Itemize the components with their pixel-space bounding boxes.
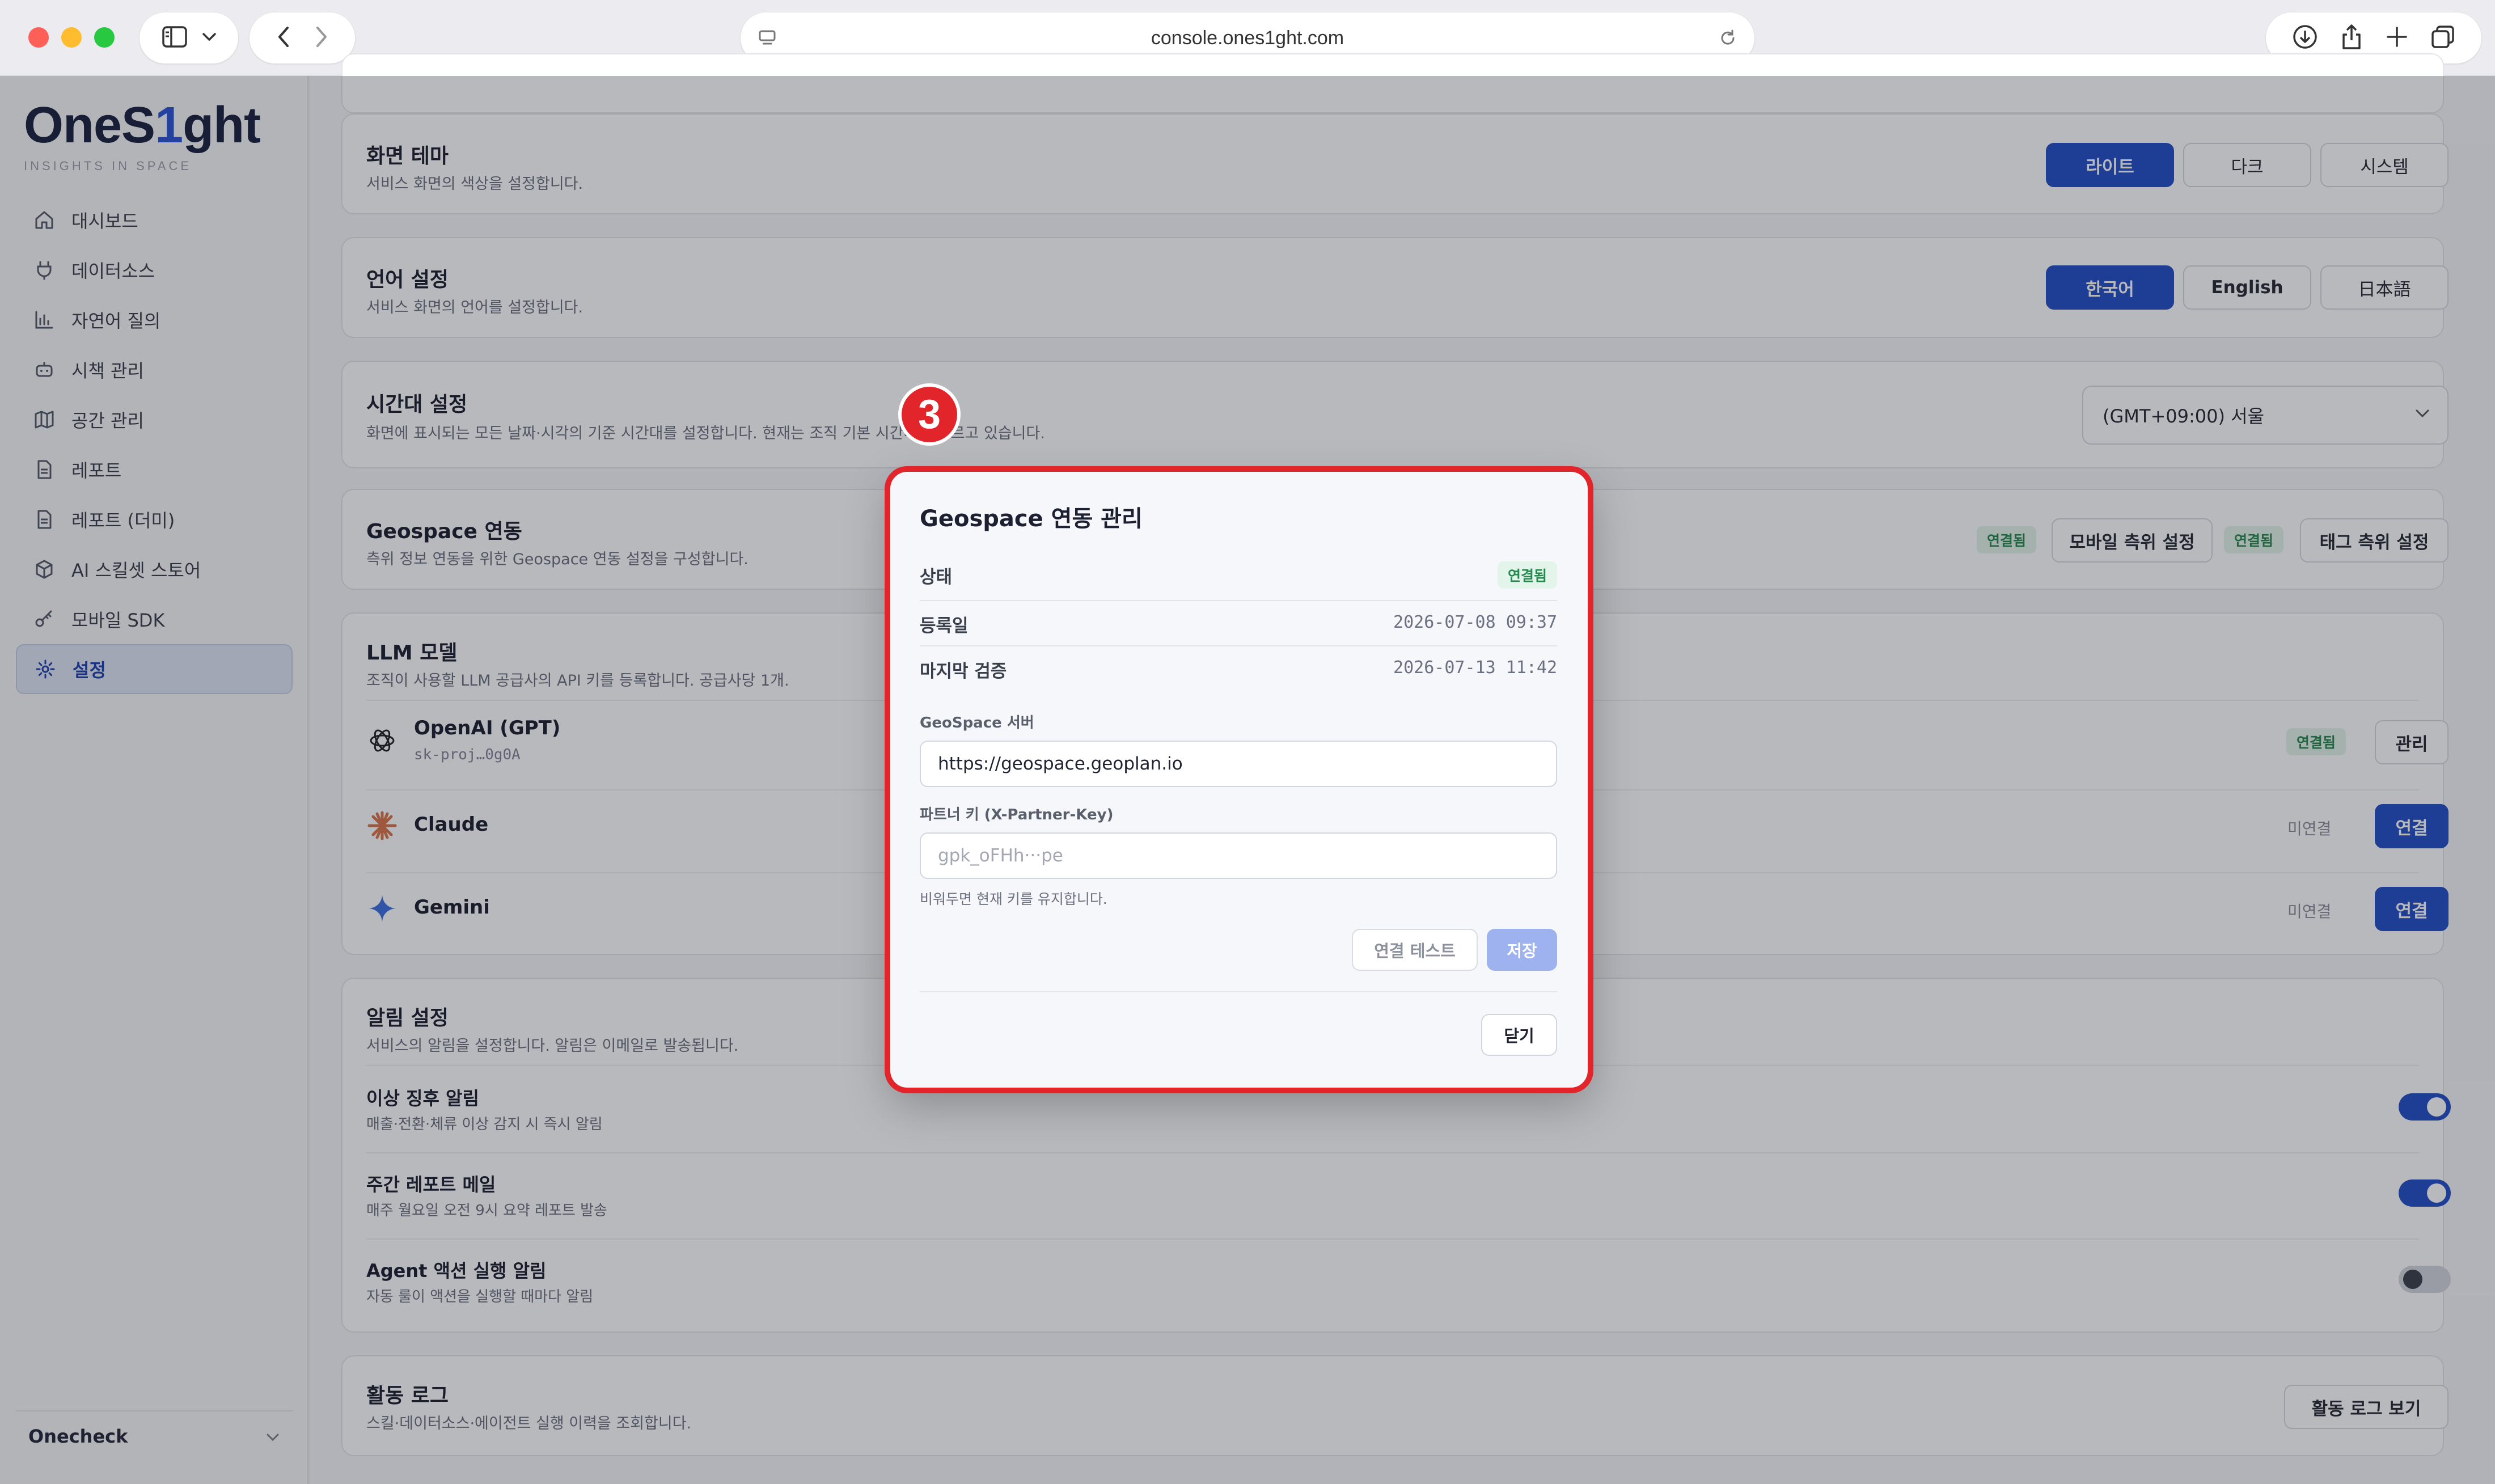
sidebar-toggle-group	[139, 12, 238, 64]
chevron-down-icon[interactable]	[202, 32, 217, 44]
back-icon[interactable]	[277, 26, 290, 50]
reload-icon[interactable]	[1718, 28, 1737, 50]
new-tab-icon[interactable]	[2386, 26, 2408, 50]
zoom-window-button[interactable]	[94, 27, 115, 48]
share-icon[interactable]	[2340, 23, 2363, 53]
tab-overview-icon[interactable]	[2430, 24, 2455, 52]
sidebar-icon[interactable]	[162, 26, 188, 50]
annotation-highlight-frame	[885, 466, 1593, 1093]
download-icon[interactable]	[2292, 24, 2318, 52]
forward-icon[interactable]	[315, 26, 328, 50]
history-nav-group	[250, 12, 355, 64]
close-window-button[interactable]	[28, 27, 49, 48]
minimize-window-button[interactable]	[61, 27, 82, 48]
annotation-step-badge: 3	[898, 383, 961, 446]
